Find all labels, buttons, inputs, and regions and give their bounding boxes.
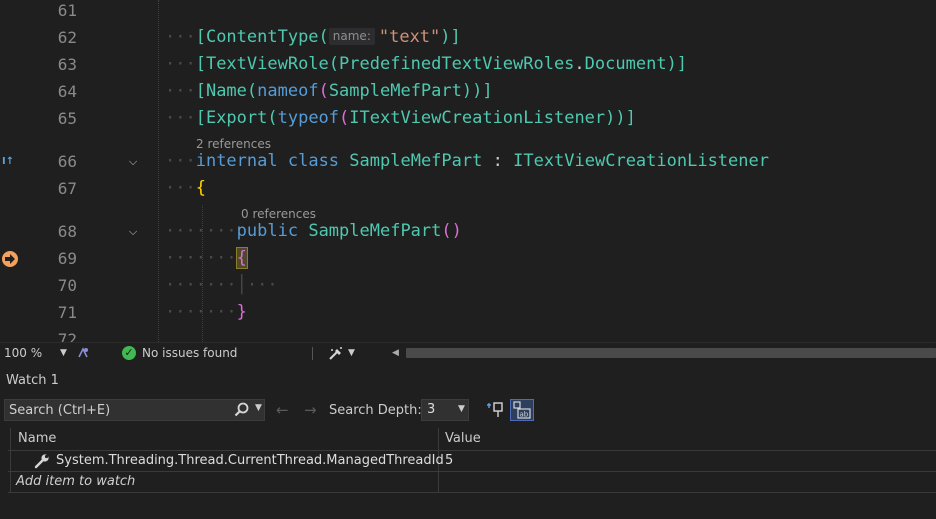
horizontal-scrollbar-thumb[interactable]	[406, 348, 936, 358]
code-line: 66 ⌵ ···internal class SampleMefPart : I…	[0, 148, 936, 175]
code-editor[interactable]: I↑ 61 62 ···[ContentType(name: "text")] 6…	[0, 0, 936, 342]
keyword-class: class	[287, 151, 340, 171]
type-name: PredefinedTextViewRoles	[339, 54, 575, 74]
member-name: Document	[584, 54, 667, 74]
attribute-name: [Name(	[195, 81, 258, 101]
bracket-token: )]	[666, 54, 688, 74]
line-number: 62	[57, 28, 77, 47]
brace-token: {	[195, 178, 206, 198]
string-literal: "text"	[378, 27, 441, 47]
line-number: 64	[57, 82, 77, 101]
search-previous-arrow-icon[interactable]: ←	[276, 401, 289, 419]
search-depth-select[interactable]: 3 ▼	[421, 399, 469, 421]
cleanup-dropdown-caret-icon[interactable]: ▼	[348, 343, 355, 364]
hexadecimal-display-icon: ab	[513, 401, 531, 419]
zoom-dropdown-caret-icon[interactable]: ▼	[60, 343, 67, 364]
grid-divider	[8, 471, 936, 472]
code-line: 69 ·······{	[0, 245, 936, 272]
parameter-name-hint: name:	[328, 28, 375, 45]
search-options-caret-icon[interactable]: ▼	[255, 403, 262, 413]
interface-name: ITextViewCreationListener	[513, 151, 769, 171]
search-depth-value: 3	[427, 402, 436, 417]
svg-text:ab: ab	[520, 411, 529, 419]
keyword-public: public	[236, 221, 299, 241]
check-circle-icon: ✓	[122, 346, 136, 360]
line-number: 63	[57, 55, 77, 74]
code-line: 64 ···[Name(nameof(SampleMefPart))]	[0, 78, 936, 105]
add-item-to-watch[interactable]: Add item to watch	[16, 472, 135, 492]
code-line: 61	[0, 0, 936, 24]
line-number: 65	[57, 109, 77, 128]
type-name: SampleMefPart	[328, 81, 462, 101]
scroll-left-arrow-icon[interactable]: ◀	[392, 343, 399, 364]
bracket-token: ))]	[461, 81, 493, 101]
line-number: 69	[57, 249, 77, 268]
code-line: 65 ···[Export(typeof(ITextViewCreationLi…	[0, 105, 936, 132]
line-number: 61	[57, 1, 77, 20]
pin-icon[interactable]	[486, 400, 506, 420]
bracket-token: (	[339, 108, 350, 128]
zoom-level[interactable]: 100 %	[4, 343, 42, 364]
column-header-name[interactable]: Name	[18, 428, 56, 450]
grid-divider	[10, 428, 11, 492]
code-line: 63 ···[TextViewRole(PredefinedTextViewRo…	[0, 51, 936, 78]
wrench-icon	[34, 454, 49, 469]
fold-chevron-icon[interactable]: ⌵	[126, 155, 140, 169]
colon-token: :	[492, 151, 503, 171]
current-statement-brace: {	[235, 247, 248, 269]
watch-grid: Name Value System.Threading.Thread.Curre…	[0, 428, 936, 519]
line-number: 71	[57, 303, 77, 322]
chevron-down-icon: ▼	[458, 404, 465, 414]
line-number: 66	[57, 152, 77, 171]
code-cleanup-icon[interactable]	[328, 346, 344, 361]
keyword-typeof: typeof	[277, 108, 340, 128]
line-number: 72	[57, 330, 77, 342]
search-icon[interactable]	[234, 401, 250, 419]
keyword-nameof: nameof	[257, 81, 319, 101]
keyword-internal: internal	[195, 151, 278, 171]
issues-status[interactable]: No issues found	[142, 343, 237, 364]
hexadecimal-display-button[interactable]: ab	[510, 399, 534, 421]
fold-chevron-icon[interactable]: ⌵	[126, 225, 140, 239]
watch-window: Watch 1 ▼ ← → Search Depth: 3 ▼ ab	[0, 364, 936, 519]
attribute-export: [Export(	[195, 108, 278, 128]
watch-window-title: Watch 1	[6, 373, 59, 388]
class-name: SampleMefPart	[349, 151, 483, 171]
bracket-token: ()	[441, 221, 462, 241]
search-depth-label: Search Depth:	[329, 403, 422, 418]
search-next-arrow-icon[interactable]: →	[304, 401, 317, 419]
code-line: 72	[0, 326, 936, 342]
watch-toolbar: ▼ ← → Search Depth: 3 ▼ ab	[0, 398, 936, 424]
grid-divider	[8, 492, 936, 493]
search-input[interactable]	[9, 401, 229, 419]
constructor-name: SampleMefPart	[308, 221, 442, 241]
type-name: ITextViewCreationListener	[349, 108, 606, 128]
divider	[312, 347, 313, 360]
column-header-value[interactable]: Value	[445, 428, 481, 450]
intellicode-icon[interactable]	[76, 346, 90, 360]
code-line: 71 ·······}	[0, 299, 936, 326]
editor-status-bar: 100 % ▼ ✓ No issues found ▼ ◀	[0, 342, 936, 364]
line-number: 70	[57, 276, 77, 295]
bracket-token: ))]	[605, 108, 636, 128]
code-line: 67 ···{	[0, 175, 936, 202]
code-line: 62 ···[ContentType(name: "text")]	[0, 24, 936, 51]
search-box: ▼	[4, 399, 265, 421]
dot-token: .	[574, 54, 585, 74]
watch-item-value[interactable]: 5	[445, 451, 453, 471]
brace-token: }	[236, 302, 247, 322]
attribute-text-view-role: [TextViewRole(	[195, 54, 340, 74]
line-number: 67	[57, 179, 77, 198]
watch-item-name[interactable]: System.Threading.Thread.CurrentThread.Ma…	[56, 451, 444, 471]
line-number: 68	[57, 222, 77, 241]
bracket-token: )]	[440, 27, 461, 47]
bracket-token: (	[318, 81, 329, 101]
code-line: 70 ·······│···	[0, 272, 936, 299]
attribute-content-type: [ContentType(	[195, 27, 329, 47]
code-line: 68 ⌵ ·······public SampleMefPart()	[0, 218, 936, 245]
